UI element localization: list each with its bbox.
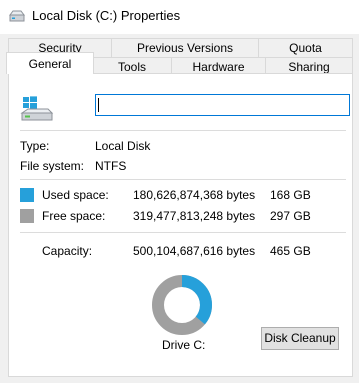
capacity-label: Capacity: <box>42 244 93 258</box>
used-space-gb: 168 GB <box>270 188 311 202</box>
used-space-label: Used space: <box>42 188 109 202</box>
used-space-bytes: 180,626,874,368 bytes <box>133 188 256 202</box>
text-caret <box>98 98 99 112</box>
window-title: Local Disk (C:) Properties <box>32 8 181 23</box>
type-value: Local Disk <box>95 139 151 153</box>
drive-icon <box>9 10 25 22</box>
free-space-gb: 297 GB <box>270 209 311 223</box>
type-label: Type: <box>20 139 50 153</box>
capacity-bytes: 500,104,687,616 bytes <box>133 244 256 258</box>
disk-cleanup-button[interactable]: Disk Cleanup <box>261 327 339 350</box>
used-space-swatch <box>20 188 34 202</box>
title-bar: Local Disk (C:) Properties <box>0 0 359 34</box>
free-space-bytes: 319,477,813,248 bytes <box>133 209 256 223</box>
drive-label: Drive C: <box>162 338 206 352</box>
file-system-label: File system: <box>20 159 85 173</box>
separator <box>20 232 346 233</box>
free-space-label: Free space: <box>42 209 106 223</box>
drive-name-input[interactable] <box>95 94 350 116</box>
tab-quota[interactable]: Quota <box>258 38 353 57</box>
tab-previous-versions[interactable]: Previous Versions <box>111 38 259 57</box>
free-space-swatch <box>20 209 34 223</box>
file-system-value: NTFS <box>95 159 127 173</box>
general-panel: Type: Local Disk File system: NTFS Used … <box>8 73 353 377</box>
drive-icon <box>20 96 54 121</box>
disk-usage-chart <box>152 275 212 335</box>
separator <box>20 130 346 131</box>
capacity-gb: 465 GB <box>270 244 311 258</box>
separator <box>20 179 346 180</box>
tab-general[interactable]: General <box>6 52 94 74</box>
